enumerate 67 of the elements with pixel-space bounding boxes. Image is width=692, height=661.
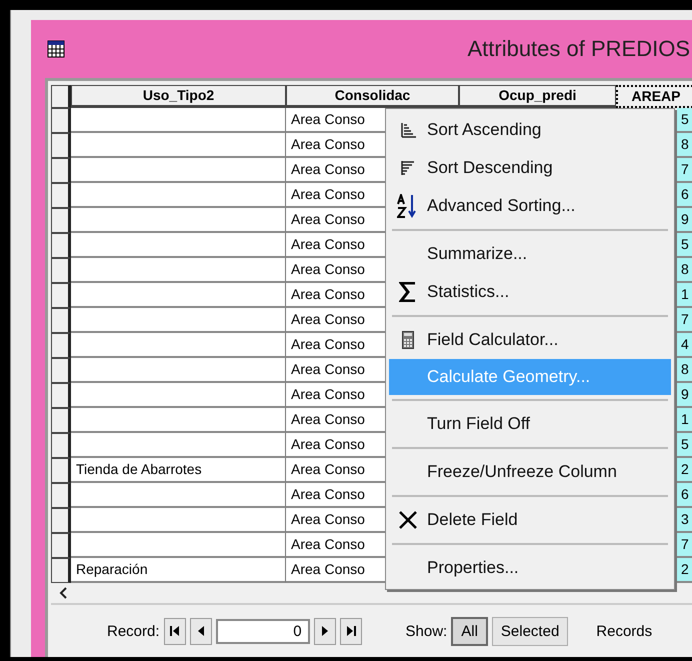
column-header[interactable]: Uso_Tipo2 (71, 85, 286, 108)
table-cell: 7 (677, 158, 692, 183)
row-selector[interactable] (51, 258, 71, 283)
sort-descending-icon (400, 160, 416, 176)
row-selector[interactable] (51, 508, 71, 533)
table-cell: 3 (677, 508, 692, 533)
table-cell: 2 (677, 458, 692, 483)
table-cell: 6 (677, 183, 692, 208)
table-cell: 7 (677, 308, 692, 333)
delete-icon (398, 510, 418, 530)
previous-record-button[interactable] (190, 618, 212, 644)
table-cell: 9 (677, 383, 692, 408)
next-record-button[interactable] (314, 618, 336, 644)
window-title: Attributes of PREDIOS (467, 36, 690, 62)
table-cell: 7 (677, 533, 692, 558)
row-selector[interactable] (51, 158, 71, 183)
column-header[interactable]: AREAP (616, 85, 692, 108)
table-cell: 6 (677, 483, 692, 508)
first-record-button[interactable] (164, 618, 186, 644)
row-selector[interactable] (51, 358, 71, 383)
table-cell: 8 (677, 358, 692, 383)
sort-ascending-icon (400, 122, 416, 138)
table-cell: 5 (677, 233, 692, 258)
row-selector[interactable] (51, 458, 71, 483)
right-triangle-icon (320, 625, 329, 637)
row-selector[interactable] (51, 383, 71, 408)
table-cell: Tienda de Abarrotes (71, 458, 286, 483)
left-triangle-icon (196, 625, 205, 637)
table-cell: 9 (677, 208, 692, 233)
column-header[interactable]: Consolidac (286, 85, 459, 108)
row-selector[interactable] (51, 133, 71, 158)
table-cell: 8 (677, 258, 692, 283)
row-selector[interactable] (51, 308, 71, 333)
record-field[interactable]: 0 (216, 618, 310, 644)
table-cell: 5 (677, 108, 692, 133)
column-header[interactable]: Ocup_predi (459, 85, 616, 108)
table-cell: 1 (677, 408, 692, 433)
table-cell: 2 (677, 558, 692, 583)
row-selector[interactable] (51, 108, 71, 133)
table-cell: 5 (677, 433, 692, 458)
records-label: Records (596, 622, 652, 640)
row-selector[interactable] (51, 483, 71, 508)
row-selector[interactable] (51, 283, 71, 308)
skip-to-end-icon (346, 625, 356, 637)
row-selector[interactable] (51, 408, 71, 433)
scroll-left-icon[interactable] (59, 587, 69, 599)
row-selector[interactable] (51, 433, 71, 458)
table-cell: 8 (677, 133, 692, 158)
skip-to-start-icon (170, 625, 180, 637)
show-label: Show: (406, 622, 448, 640)
show-toggle-button[interactable]: Selected (492, 616, 568, 646)
row-selector[interactable] (51, 558, 71, 583)
record-label: Record: (107, 622, 160, 640)
sigma-icon (399, 282, 417, 302)
table-cell: 1 (677, 283, 692, 308)
table-cell: Reparación (71, 558, 286, 583)
row-selector[interactable] (51, 533, 71, 558)
calculator-icon (402, 331, 414, 349)
row-selector[interactable] (51, 233, 71, 258)
table-cell: 4 (677, 333, 692, 358)
row-selector[interactable] (51, 183, 71, 208)
header-corner (51, 85, 71, 108)
table-icon (47, 40, 65, 58)
row-selector[interactable] (51, 333, 71, 358)
last-record-button[interactable] (340, 618, 362, 644)
show-toggle-button[interactable]: All (451, 616, 488, 646)
row-selector[interactable] (51, 208, 71, 233)
